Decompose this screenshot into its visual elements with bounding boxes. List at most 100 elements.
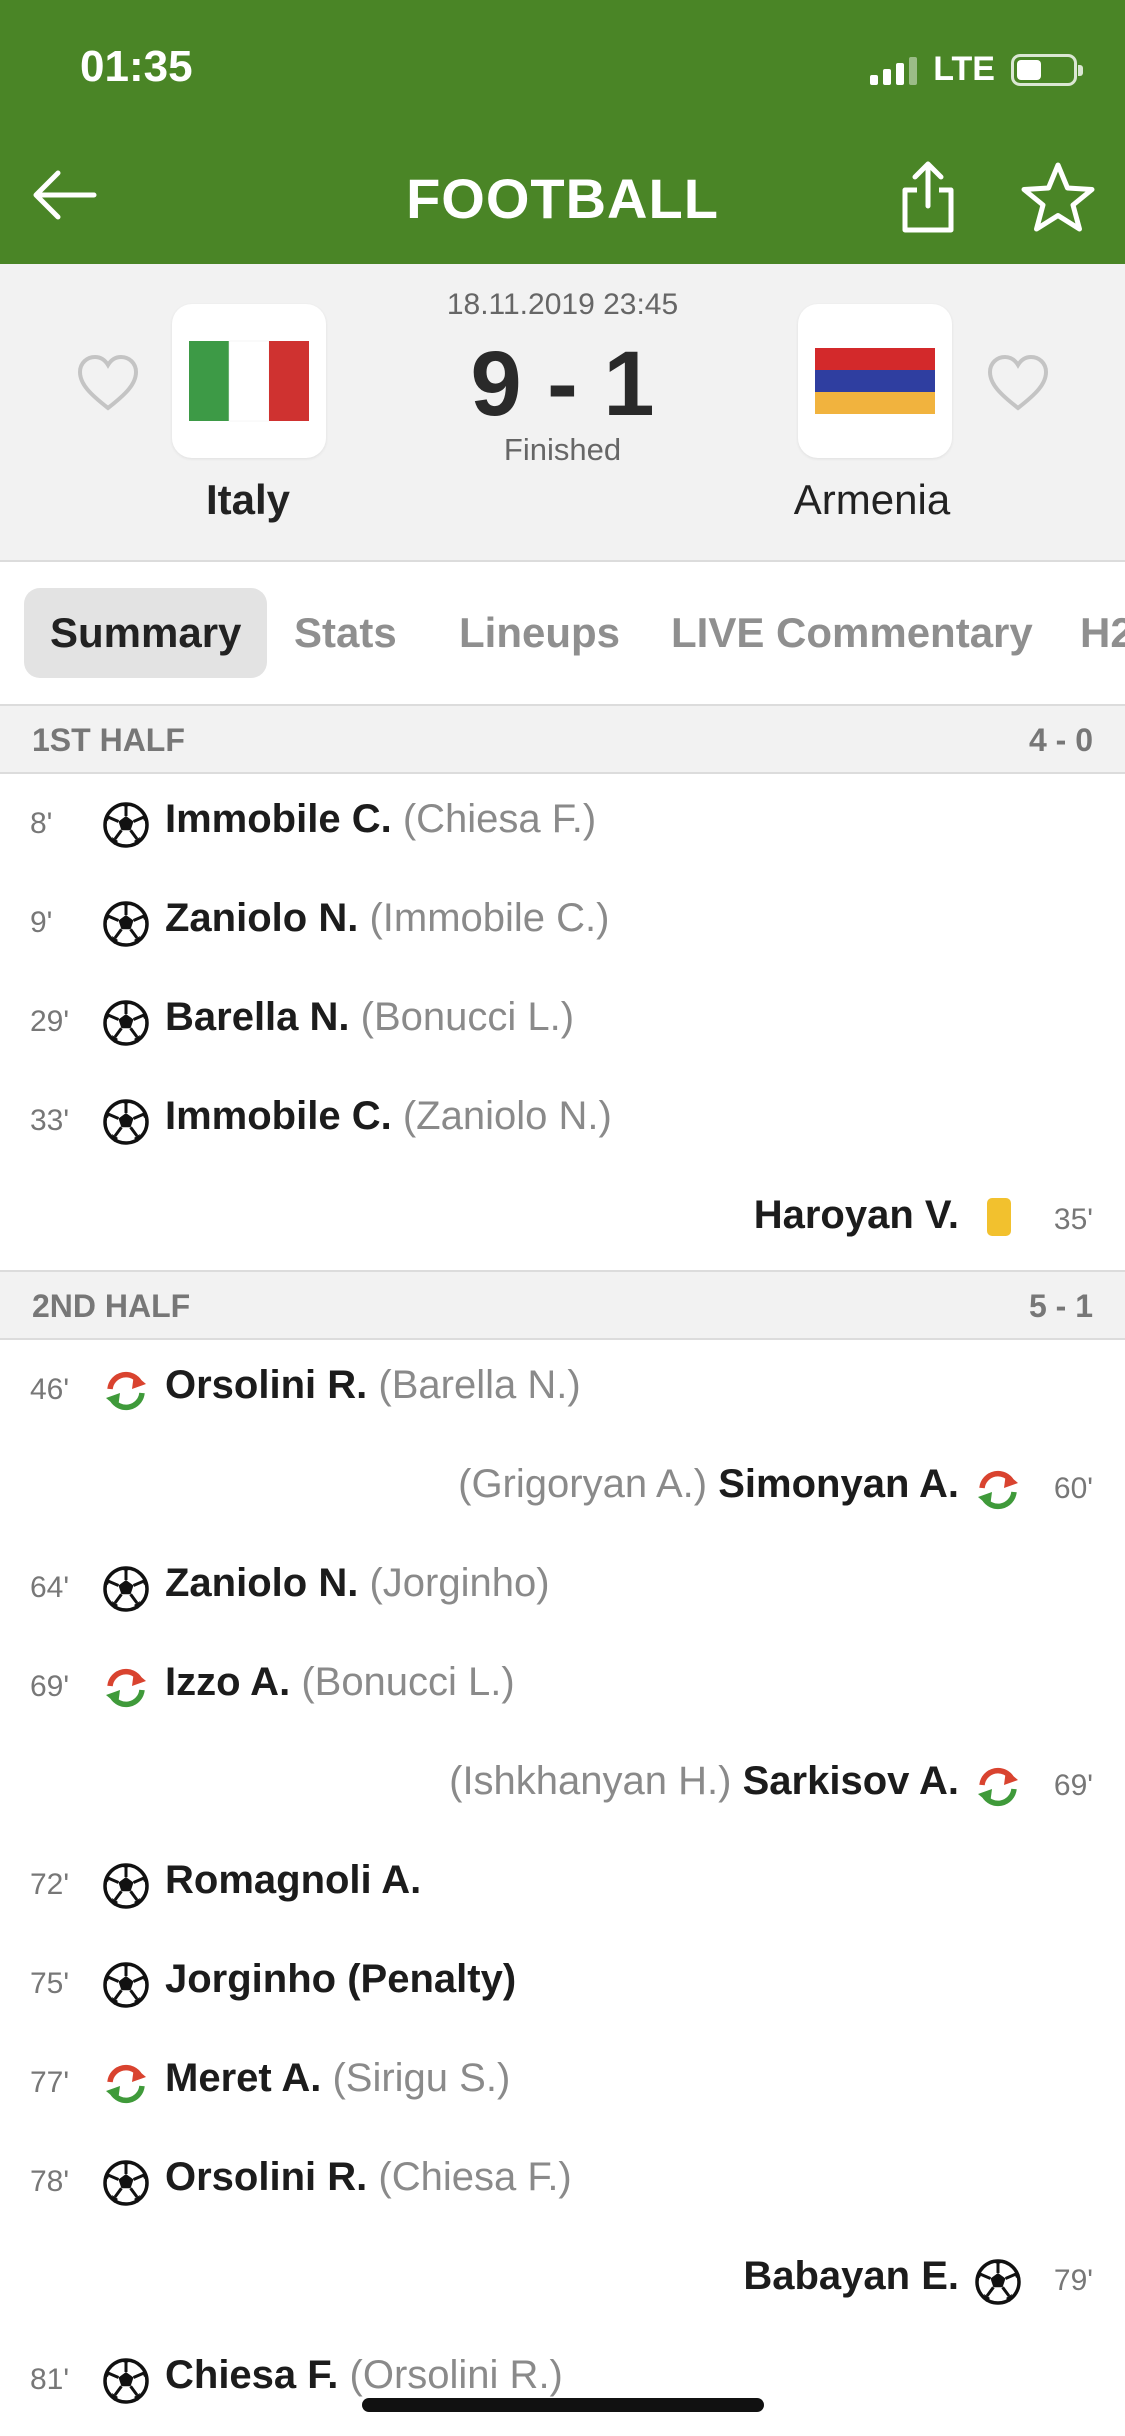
player-name[interactable]: Meret A. bbox=[165, 2056, 321, 2100]
event-text: Immobile C. (Zaniolo N.) bbox=[165, 1094, 612, 1139]
status-indicators: LTE bbox=[870, 50, 1083, 89]
assist-name[interactable]: (Chiesa F.) bbox=[403, 797, 596, 841]
match-score: 9 - 1 bbox=[470, 333, 655, 435]
assist-name[interactable]: (Immobile C.) bbox=[369, 896, 609, 940]
home-indicator bbox=[362, 2398, 764, 2412]
player-name[interactable]: Izzo A. bbox=[165, 1660, 290, 1704]
event-minute: 69' bbox=[30, 1670, 70, 1703]
heart-icon-away[interactable] bbox=[986, 354, 1050, 412]
event-text: Orsolini R. (Barella N.) bbox=[165, 1363, 581, 1408]
home-team-name[interactable]: Italy bbox=[98, 476, 398, 524]
event-text: Immobile C. (Chiesa F.) bbox=[165, 797, 596, 842]
player-name[interactable]: Simonyan A. bbox=[718, 1462, 959, 1506]
soccer-ball-icon bbox=[975, 2259, 1021, 2305]
assist-name[interactable]: (Bonucci L.) bbox=[361, 995, 574, 1039]
section-score: 4 - 0 bbox=[1028, 722, 1093, 758]
event-minute: 72' bbox=[30, 1868, 70, 1901]
share-icon[interactable] bbox=[895, 160, 961, 234]
player-name[interactable]: Jorginho (Penalty) bbox=[165, 1957, 516, 2001]
player-name[interactable]: Immobile C. bbox=[165, 1094, 392, 1138]
player-name[interactable]: Chiesa F. bbox=[165, 2353, 338, 2397]
soccer-ball-icon bbox=[103, 1099, 149, 1145]
event-row[interactable]: 75' Jorginho (Penalty) bbox=[0, 1935, 1125, 2034]
event-text: Haroyan V. bbox=[754, 1193, 959, 1238]
soccer-ball-icon bbox=[103, 1863, 149, 1909]
tab-stats[interactable]: Stats bbox=[294, 588, 397, 678]
tab-h2h[interactable]: H2H bbox=[1080, 588, 1125, 678]
event-text: Chiesa F. (Orsolini R.) bbox=[165, 2353, 563, 2398]
event-text: Romagnoli A. bbox=[165, 1858, 421, 1903]
tab-bar: Summary Stats Lineups LIVE Commentary H2… bbox=[0, 562, 1125, 704]
event-row[interactable]: 46' Orsolini R. (Barella N.) bbox=[0, 1341, 1125, 1440]
event-text: Barella N. (Bonucci L.) bbox=[165, 995, 574, 1040]
away-team-logo[interactable] bbox=[798, 304, 952, 458]
assist-name[interactable]: (Zaniolo N.) bbox=[403, 1094, 612, 1138]
event-text: Izzo A. (Bonucci L.) bbox=[165, 1660, 515, 1705]
event-minute: 64' bbox=[30, 1571, 70, 1604]
player-name[interactable]: Immobile C. bbox=[165, 797, 392, 841]
player-name[interactable]: Zaniolo N. bbox=[165, 896, 358, 940]
player-name[interactable]: Babayan E. bbox=[743, 2254, 959, 2298]
player-name[interactable]: Barella N. bbox=[165, 995, 350, 1039]
event-text: Zaniolo N. (Jorginho) bbox=[165, 1561, 550, 1606]
substituted-player-name[interactable]: (Barella N.) bbox=[378, 1363, 580, 1407]
event-minute: 33' bbox=[30, 1104, 70, 1137]
event-minute: 69' bbox=[1053, 1769, 1093, 1802]
player-name[interactable]: Zaniolo N. bbox=[165, 1561, 358, 1605]
event-row[interactable]: 72' Romagnoli A. bbox=[0, 1836, 1125, 1935]
substituted-player-name[interactable]: (Grigoryan A.) bbox=[458, 1462, 707, 1506]
section-label: 2ND HALF bbox=[32, 1288, 191, 1324]
assist-name[interactable]: (Jorginho) bbox=[369, 1561, 549, 1605]
event-row[interactable]: 8' Immobile C. (Chiesa F.) bbox=[0, 775, 1125, 874]
event-text: (Ishkhanyan H.) Sarkisov A. bbox=[449, 1759, 959, 1804]
substitution-icon bbox=[106, 1371, 146, 1411]
section-second-half: 2ND HALF 5 - 1 bbox=[0, 1270, 1125, 1340]
match-header: Italy 18.11.2019 23:45 9 - 1 Finished Ar… bbox=[0, 264, 1125, 562]
tab-lineups[interactable]: Lineups bbox=[459, 588, 620, 678]
soccer-ball-icon bbox=[103, 1566, 149, 1612]
match-date: 18.11.2019 23:45 bbox=[446, 288, 679, 321]
event-row[interactable]: 64' Zaniolo N. (Jorginho) bbox=[0, 1539, 1125, 1638]
substituted-player-name[interactable]: (Bonucci L.) bbox=[301, 1660, 514, 1704]
event-minute: 81' bbox=[30, 2363, 70, 2396]
event-row[interactable]: 35' Haroyan V. bbox=[0, 1171, 1125, 1270]
player-name[interactable]: Sarkisov A. bbox=[743, 1759, 959, 1803]
away-team-name[interactable]: Armenia bbox=[722, 476, 1022, 524]
event-row[interactable]: 78' Orsolini R. (Chiesa F.) bbox=[0, 2133, 1125, 2232]
event-text: Zaniolo N. (Immobile C.) bbox=[165, 896, 609, 941]
substituted-player-name[interactable]: (Sirigu S.) bbox=[332, 2056, 510, 2100]
player-name[interactable]: Romagnoli A. bbox=[165, 1858, 421, 1902]
event-row[interactable]: 81' Chiesa F. (Orsolini R.) bbox=[0, 2331, 1125, 2430]
event-minute: 79' bbox=[1053, 2264, 1093, 2297]
event-row[interactable]: 29' Barella N. (Bonucci L.) bbox=[0, 973, 1125, 1072]
event-row[interactable]: 60' (Grigoryan A.) Simonyan A. bbox=[0, 1440, 1125, 1539]
signal-icon bbox=[870, 55, 918, 85]
tab-summary[interactable]: Summary bbox=[24, 588, 268, 678]
soccer-ball-icon bbox=[103, 2160, 149, 2206]
substituted-player-name[interactable]: (Ishkhanyan H.) bbox=[449, 1759, 731, 1803]
event-text: Meret A. (Sirigu S.) bbox=[165, 2056, 510, 2101]
assist-name[interactable]: (Chiesa F.) bbox=[378, 2155, 571, 2199]
match-status: Finished bbox=[503, 432, 622, 467]
player-name[interactable]: Orsolini R. bbox=[165, 2155, 367, 2199]
section-label: 1ST HALF bbox=[32, 722, 185, 758]
status-time: 01:35 bbox=[80, 42, 193, 91]
assist-name[interactable]: (Orsolini R.) bbox=[350, 2353, 563, 2397]
tab-live-commentary[interactable]: LIVE Commentary bbox=[671, 588, 1033, 678]
event-minute: 60' bbox=[1053, 1472, 1093, 1505]
player-name[interactable]: Haroyan V. bbox=[754, 1193, 959, 1237]
soccer-ball-icon bbox=[103, 1962, 149, 2008]
event-row[interactable]: 69' Izzo A. (Bonucci L.) bbox=[0, 1638, 1125, 1737]
network-label: LTE bbox=[933, 50, 995, 88]
substitution-icon bbox=[978, 1470, 1018, 1510]
event-row[interactable]: 77' Meret A. (Sirigu S.) bbox=[0, 2034, 1125, 2133]
event-row[interactable]: 9' Zaniolo N. (Immobile C.) bbox=[0, 874, 1125, 973]
event-row[interactable]: 33' Immobile C. (Zaniolo N.) bbox=[0, 1072, 1125, 1171]
favorite-star-icon[interactable] bbox=[1020, 160, 1096, 236]
event-row[interactable]: 69' (Ishkhanyan H.) Sarkisov A. bbox=[0, 1737, 1125, 1836]
event-row[interactable]: 79' Babayan E. bbox=[0, 2232, 1125, 2331]
player-name[interactable]: Orsolini R. bbox=[165, 1363, 367, 1407]
section-score: 5 - 1 bbox=[1028, 1288, 1093, 1324]
event-text: (Grigoryan A.) Simonyan A. bbox=[458, 1462, 959, 1507]
soccer-ball-icon bbox=[103, 901, 149, 947]
